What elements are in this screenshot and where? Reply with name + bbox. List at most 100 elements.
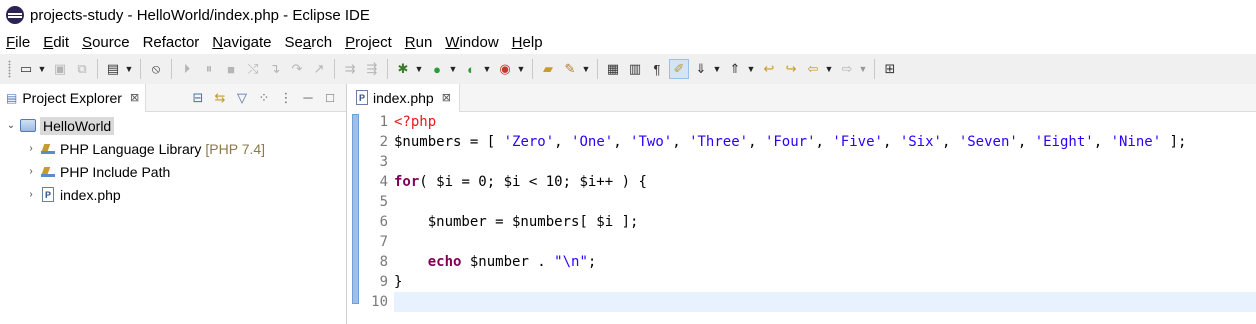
external-tools-icon[interactable]: ◉ (495, 59, 515, 79)
code-text-segment: $number = $numbers[ $i ]; (394, 214, 639, 230)
menu-help[interactable]: Help (512, 34, 543, 51)
menu-refactor[interactable]: Refactor (143, 34, 200, 51)
terminal-icon[interactable]: ▤ (103, 59, 123, 79)
previous-annotation-icon[interactable]: ⇑ (725, 59, 745, 79)
coverage-dropdown-arrow-icon[interactable]: ▼ (482, 59, 492, 79)
run-dropdown-arrow-icon[interactable]: ▼ (448, 59, 458, 79)
menu-edit[interactable]: Edit (43, 34, 69, 51)
run-icon[interactable]: ● (427, 59, 447, 79)
code-line-10-current[interactable] (394, 292, 1256, 312)
coverage-icon[interactable]: ◐ (461, 59, 481, 79)
maximize-icon[interactable]: □ (320, 88, 340, 108)
step-into-icon[interactable]: ↴ (265, 59, 285, 79)
forward-dropdown-arrow-icon[interactable]: ▼ (858, 59, 868, 79)
step-return-icon[interactable]: ↗ (309, 59, 329, 79)
menu-window[interactable]: Window (445, 34, 498, 51)
collapsed-chevron-icon[interactable]: › (24, 143, 38, 154)
run-to-line-icon[interactable]: ⇉ (340, 59, 360, 79)
close-icon[interactable]: ⊠ (130, 91, 139, 104)
tab-project-explorer[interactable]: ▤ Project Explorer ⊠ (0, 83, 147, 112)
toolbar-separator (334, 59, 335, 79)
code-string: 'Six' (899, 134, 942, 150)
tree-item-php-language-library[interactable]: › PHP Language Library [PHP 7.4] (0, 137, 346, 160)
menu-search[interactable]: Search (285, 34, 333, 51)
editor-tab-label: index.php (373, 89, 434, 106)
minimize-icon[interactable]: ─ (298, 88, 318, 108)
focus-icon[interactable]: ⁘ (254, 88, 274, 108)
step-over-icon[interactable]: ↷ (287, 59, 307, 79)
last-edit-location-icon[interactable]: ↩ (759, 59, 779, 79)
menu-source[interactable]: Source (82, 34, 130, 51)
main-toolbar: ▭ ▼ ▣ ⧉ ▤ ▼ ⦸ ⏵ ⏸ ■ ⤭ ↴ ↷ ↗ ⇉ ⇶ ✱ ▼ ● ▼ … (0, 54, 1256, 84)
code-string: 'Eight' (1034, 134, 1094, 150)
code-string: 'Five' (832, 134, 883, 150)
search-tool-icon[interactable]: ✎ (560, 59, 580, 79)
line-number: 8 (379, 254, 388, 270)
new-wizard-icon[interactable]: ▭ (16, 59, 36, 79)
new-dropdown-arrow-icon[interactable]: ▼ (37, 59, 47, 79)
link-with-editor-icon[interactable]: ⇆ (210, 88, 230, 108)
open-folder-icon[interactable]: ▰ (538, 59, 558, 79)
code-line-6[interactable]: $number = $numbers[ $i ]; (394, 212, 1256, 232)
back-dropdown-arrow-icon[interactable]: ▼ (824, 59, 834, 79)
toolbar-separator (874, 59, 875, 79)
collapsed-chevron-icon[interactable]: › (24, 166, 38, 177)
expanded-chevron-icon[interactable]: ⌄ (4, 120, 18, 131)
code-line-4[interactable]: for( $i = 0; $i < 10; $i++ ) { (394, 172, 1256, 192)
code-line-1[interactable]: <?php (394, 112, 1256, 132)
toolbar-grip[interactable] (8, 60, 11, 78)
debug-icon[interactable]: ✱ (393, 59, 413, 79)
menu-navigate[interactable]: Navigate (212, 34, 271, 51)
save-icon[interactable]: ▣ (50, 59, 70, 79)
code-line-9[interactable]: } (394, 272, 1256, 292)
highlight-icon[interactable]: ✐ (669, 59, 689, 79)
forward-edit-icon[interactable]: ↪ (781, 59, 801, 79)
code-line-2[interactable]: $numbers = [ 'Zero', 'One', 'Two', 'Thre… (394, 132, 1256, 152)
external-tools-dropdown-arrow-icon[interactable]: ▼ (516, 59, 526, 79)
search-dropdown-arrow-icon[interactable]: ▼ (581, 59, 591, 79)
project-tree: ⌄ HelloWorld › PHP Language Library [PHP… (0, 112, 346, 206)
tab-index-php[interactable]: P index.php ⊠ (348, 83, 460, 112)
code-line-8[interactable]: echo $number . "\n"; (394, 252, 1256, 272)
menu-file[interactable]: File (6, 34, 30, 51)
save-all-icon[interactable]: ⧉ (72, 59, 92, 79)
tree-item-php-include-path[interactable]: › PHP Include Path (0, 160, 346, 183)
php-file-icon: P (40, 187, 56, 203)
code-line-7[interactable] (394, 232, 1256, 252)
code-line-5[interactable] (394, 192, 1256, 212)
show-whitespace-icon[interactable]: ¶ (647, 59, 667, 79)
next-annotation-dropdown-arrow-icon[interactable]: ▼ (712, 59, 722, 79)
menu-project[interactable]: Project (345, 34, 392, 51)
next-annotation-icon[interactable]: ⇓ (691, 59, 711, 79)
debug-dropdown-arrow-icon[interactable]: ▼ (414, 59, 424, 79)
filter-icon[interactable]: ▽ (232, 88, 252, 108)
library-icon (40, 141, 56, 157)
toggle-mark-occurrences-icon[interactable]: ▦ (603, 59, 623, 79)
tree-item-helloworld[interactable]: ⌄ HelloWorld (0, 114, 346, 137)
terminal-dropdown-arrow-icon[interactable]: ▼ (124, 59, 134, 79)
open-perspective-icon[interactable]: ⊞ (880, 59, 900, 79)
back-icon[interactable]: ⇦ (803, 59, 823, 79)
skip-breakpoints-icon[interactable]: ⦸ (146, 59, 166, 79)
suspend-icon[interactable]: ⏸ (199, 59, 219, 79)
menu-run[interactable]: Run (405, 34, 433, 51)
toolbar-separator (171, 59, 172, 79)
code-editor[interactable]: 1 2 3 4 5 6 7 8 9 10 <?php $numbers = [ … (348, 112, 1256, 324)
line-number: 9 (379, 274, 388, 290)
use-step-filters-icon[interactable]: ⇶ (362, 59, 382, 79)
disconnect-icon[interactable]: ⤭ (243, 59, 263, 79)
collapse-all-icon[interactable]: ⊟ (188, 88, 208, 108)
previous-annotation-dropdown-arrow-icon[interactable]: ▼ (746, 59, 756, 79)
resume-icon[interactable]: ⏵ (177, 59, 197, 79)
tree-item-label: PHP Language Library (60, 140, 202, 157)
collapsed-chevron-icon[interactable]: › (24, 189, 38, 200)
forward-icon[interactable]: ⇨ (837, 59, 857, 79)
tree-item-index-php[interactable]: › P index.php (0, 183, 346, 206)
close-icon[interactable]: ⊠ (442, 91, 451, 104)
toggle-block-selection-icon[interactable]: ▥ (625, 59, 645, 79)
line-number: 6 (379, 214, 388, 230)
code-text[interactable]: <?php $numbers = [ 'Zero', 'One', 'Two',… (394, 112, 1256, 312)
code-line-3[interactable] (394, 152, 1256, 172)
terminate-icon[interactable]: ■ (221, 59, 241, 79)
view-menu-icon[interactable]: ⋮ (276, 88, 296, 108)
